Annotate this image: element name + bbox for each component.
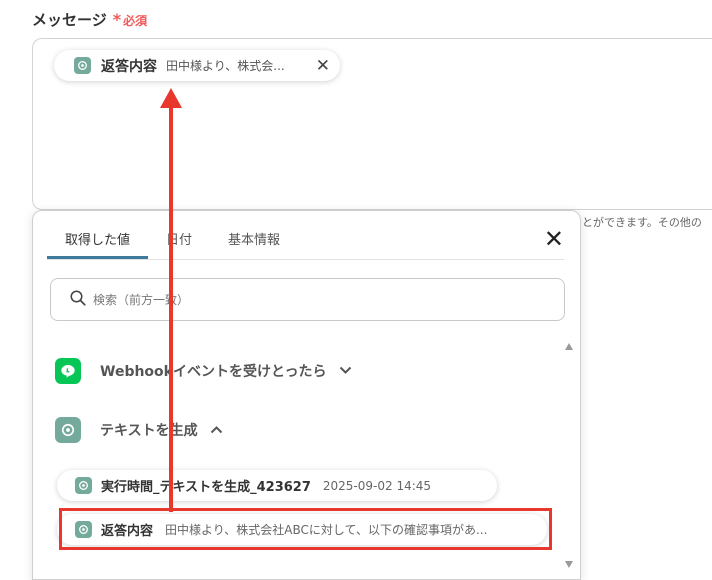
tab-acquired-values[interactable]: 取得した値 <box>47 211 149 259</box>
close-icon[interactable]: ✕ <box>544 227 564 251</box>
chevron-down-icon <box>339 364 352 379</box>
group-webhook-label: Webhookイベントを受けとったら <box>100 364 327 380</box>
highlight-box <box>59 508 552 550</box>
help-text: とができます。その他の <box>582 216 702 229</box>
chatgpt-icon <box>74 57 91 74</box>
chatgpt-icon <box>55 417 81 443</box>
required-badge: * 必須 <box>113 10 147 29</box>
chip-name: 返答内容 <box>101 58 157 75</box>
group-generate-text-label: テキストを生成 <box>100 423 198 439</box>
item-name: 実行時間_テキストを生成_423627 <box>101 480 311 495</box>
tab-basic-info[interactable]: 基本情報 <box>210 211 298 259</box>
group-generate-text[interactable]: テキストを生成 <box>55 417 223 443</box>
search-box[interactable] <box>50 278 565 321</box>
chevron-up-icon <box>210 423 223 438</box>
scrollbar[interactable] <box>564 343 574 568</box>
search-input[interactable] <box>93 292 493 307</box>
chip-preview: 田中様より、株式会... <box>166 59 285 73</box>
picker-tabs: 取得した値 日付 基本情報 <box>47 211 298 259</box>
scroll-down-icon[interactable] <box>565 561 573 568</box>
line-icon <box>55 358 81 384</box>
screen: メッセージ * 必須 返答内容 田中様より、株式会... ✕ とができます。その他… <box>0 0 712 580</box>
tab-date[interactable]: 日付 <box>148 211 210 259</box>
item-preview: 2025-09-02 14:45 <box>322 478 432 493</box>
list-item-execution-time[interactable]: 実行時間_テキストを生成_423627 2025-09-02 14:45 <box>57 470 497 501</box>
tabs-divider <box>47 259 564 260</box>
chatgpt-icon <box>75 477 92 494</box>
search-icon <box>69 289 87 311</box>
message-label: メッセージ <box>32 11 107 29</box>
chip-remove-icon[interactable]: ✕ <box>316 56 330 76</box>
scroll-up-icon[interactable] <box>565 343 573 350</box>
required-text: 必須 <box>123 14 148 28</box>
group-webhook[interactable]: Webhookイベントを受けとったら <box>55 358 352 384</box>
message-value-chip[interactable]: 返答内容 田中様より、株式会... ✕ <box>54 50 340 81</box>
required-star: * <box>112 10 122 29</box>
message-field-label: メッセージ * 必須 <box>32 9 147 30</box>
